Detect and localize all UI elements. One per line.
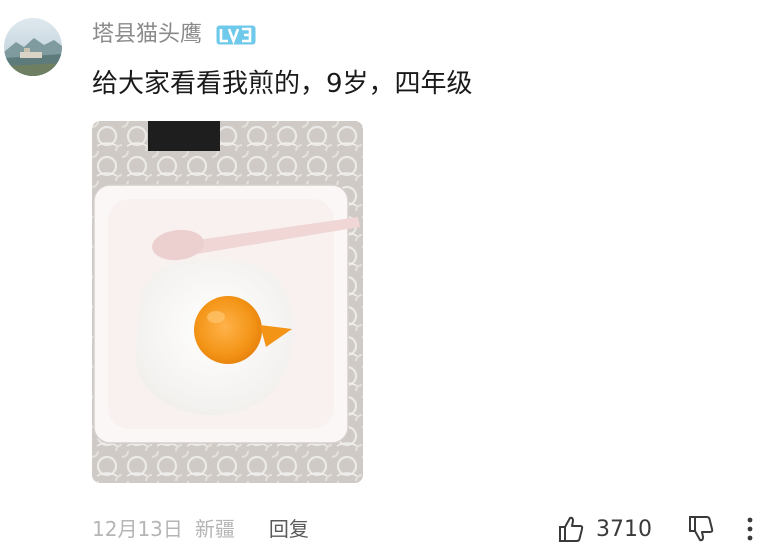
like-button[interactable]: 3710 — [556, 514, 652, 544]
level-badge — [216, 24, 256, 46]
like-count: 3710 — [596, 516, 652, 542]
thumbs-up-icon — [559, 516, 584, 542]
username[interactable]: 塔县猫头鹰 — [92, 18, 202, 52]
more-vertical-icon — [747, 517, 753, 541]
reply-button[interactable]: 回复 — [269, 512, 309, 546]
comment-meta: 12月13日 新疆 回复 — [92, 512, 309, 546]
comment-actions: 3710 — [556, 512, 754, 546]
dislike-button[interactable] — [686, 514, 716, 544]
thumbs-down-icon — [689, 516, 714, 542]
fried-egg-photo — [92, 121, 363, 483]
avatar[interactable] — [4, 18, 62, 76]
comment-photo[interactable] — [92, 121, 363, 483]
avatar-image — [4, 18, 62, 76]
comment-text: 给大家看看我煎的，9岁，四年级 — [92, 69, 473, 99]
comment-date: 12月13日 — [92, 517, 183, 541]
comment-location: 新疆 — [194, 517, 235, 541]
level-badge-icon — [216, 25, 256, 45]
more-button[interactable] — [746, 516, 754, 542]
username-row: 塔县猫头鹰 — [92, 18, 256, 52]
